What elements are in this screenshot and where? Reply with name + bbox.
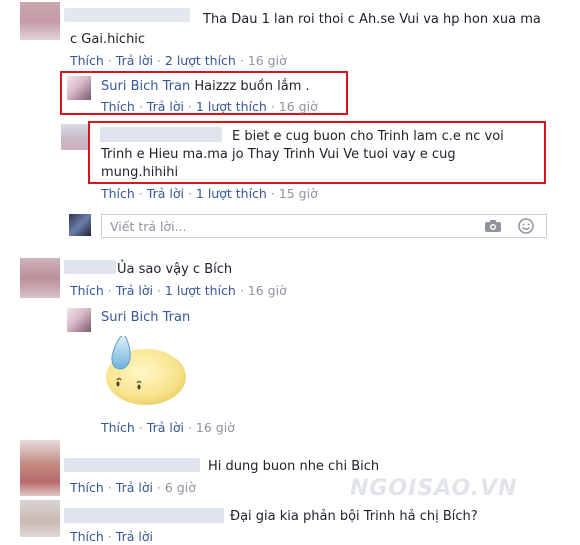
like-link[interactable]: Thích <box>101 420 135 435</box>
author-name-link[interactable]: Suri Bich Tran <box>101 309 190 327</box>
reply-actions: Thích · Trả lời · 16 giờ <box>101 420 235 435</box>
reply-text: Haizzz buồn lắm . <box>194 79 310 94</box>
comment-text: Đại gia kia phản bội Trinh hả chị Bích? <box>230 509 478 524</box>
watermark: NGOISAO.VN <box>350 476 518 501</box>
timestamp[interactable]: 16 giờ <box>196 420 235 435</box>
avatar[interactable] <box>69 214 91 236</box>
like-link[interactable]: Thích <box>70 283 104 298</box>
comment-text: Tha Dau 1 lan roi thoi c Ah.se Vui va hp… <box>203 12 541 27</box>
like-link[interactable]: Thích <box>70 480 104 495</box>
timestamp[interactable]: 16 giờ <box>279 99 318 114</box>
reply-link[interactable]: Trả lời <box>147 186 184 201</box>
blurred-name <box>100 127 222 142</box>
avatar[interactable] <box>20 2 60 40</box>
comment-text-cont: c Gai.hichic <box>70 32 146 47</box>
likes-count-link[interactable]: 1 lượt thích <box>196 186 267 201</box>
reply-actions: Thích · Trả lời · 1 lượt thích · 16 giờ <box>101 99 318 114</box>
reply-link[interactable]: Trả lời <box>147 420 184 435</box>
timestamp[interactable]: 16 giờ <box>248 53 287 68</box>
blurred-name <box>64 458 200 472</box>
smiley-icon[interactable] <box>518 218 534 234</box>
blurred-name <box>64 508 224 523</box>
camera-icon[interactable] <box>484 219 502 233</box>
like-link[interactable]: Thích <box>101 99 135 114</box>
reply-text: E biet e cug buon cho Trinh lam c.e nc v… <box>232 129 504 144</box>
likes-count-link[interactable]: 1 lượt thích <box>165 283 236 298</box>
reply-link[interactable]: Trả lời <box>116 283 153 298</box>
author-name-link[interactable]: Suri Bich Tran <box>101 79 190 94</box>
blurred-name <box>64 8 190 22</box>
like-link[interactable]: Thích <box>101 186 135 201</box>
reply-actions: Thích · Trả lời · 1 lượt thích · 15 giờ <box>101 186 318 201</box>
comment-actions: Thích · Trả lời · 2 lượt thích · 16 giờ <box>70 53 287 68</box>
comment-text: Hi dung buon nhe chi Bich <box>208 459 380 474</box>
avatar[interactable] <box>67 76 91 100</box>
comment-actions: Thích · Trả lời · 1 lượt thích · 16 giờ <box>70 283 287 298</box>
reply-link[interactable]: Trả lời <box>116 480 153 495</box>
likes-count-link[interactable]: 2 lượt thích <box>165 53 236 68</box>
like-link[interactable]: Thích <box>70 53 104 68</box>
avatar[interactable] <box>61 124 89 150</box>
timestamp[interactable]: 16 giờ <box>248 283 287 298</box>
reply-text-cont: Trinh e Hieu ma.ma jo Thay Trinh Vui Ve … <box>101 147 456 162</box>
comment-text: Ủa sao vậy c Bích <box>117 262 233 277</box>
reply-link[interactable]: Trả lời <box>116 53 153 68</box>
timestamp[interactable]: 6 giờ <box>165 480 196 495</box>
avatar[interactable] <box>20 440 60 496</box>
timestamp[interactable]: 15 giờ <box>279 186 318 201</box>
reply-input[interactable] <box>108 218 472 235</box>
avatar[interactable] <box>20 500 60 537</box>
reply-text-row: Suri Bich Tran Haizzz buồn lắm . <box>101 78 310 96</box>
sweat-sad-face-sticker <box>104 333 186 406</box>
comment-actions: Thích · Trả lời · 6 giờ <box>70 480 196 495</box>
reply-text-cont: mung.hihihi <box>101 165 179 180</box>
avatar[interactable] <box>20 258 60 298</box>
avatar[interactable] <box>67 308 91 332</box>
likes-count-link[interactable]: 1 lượt thích <box>196 99 267 114</box>
blurred-name <box>64 260 116 274</box>
comment-actions: Thích · Trả lời <box>70 529 153 544</box>
reply-input-box[interactable] <box>101 214 547 238</box>
reply-link[interactable]: Trả lời <box>147 99 184 114</box>
